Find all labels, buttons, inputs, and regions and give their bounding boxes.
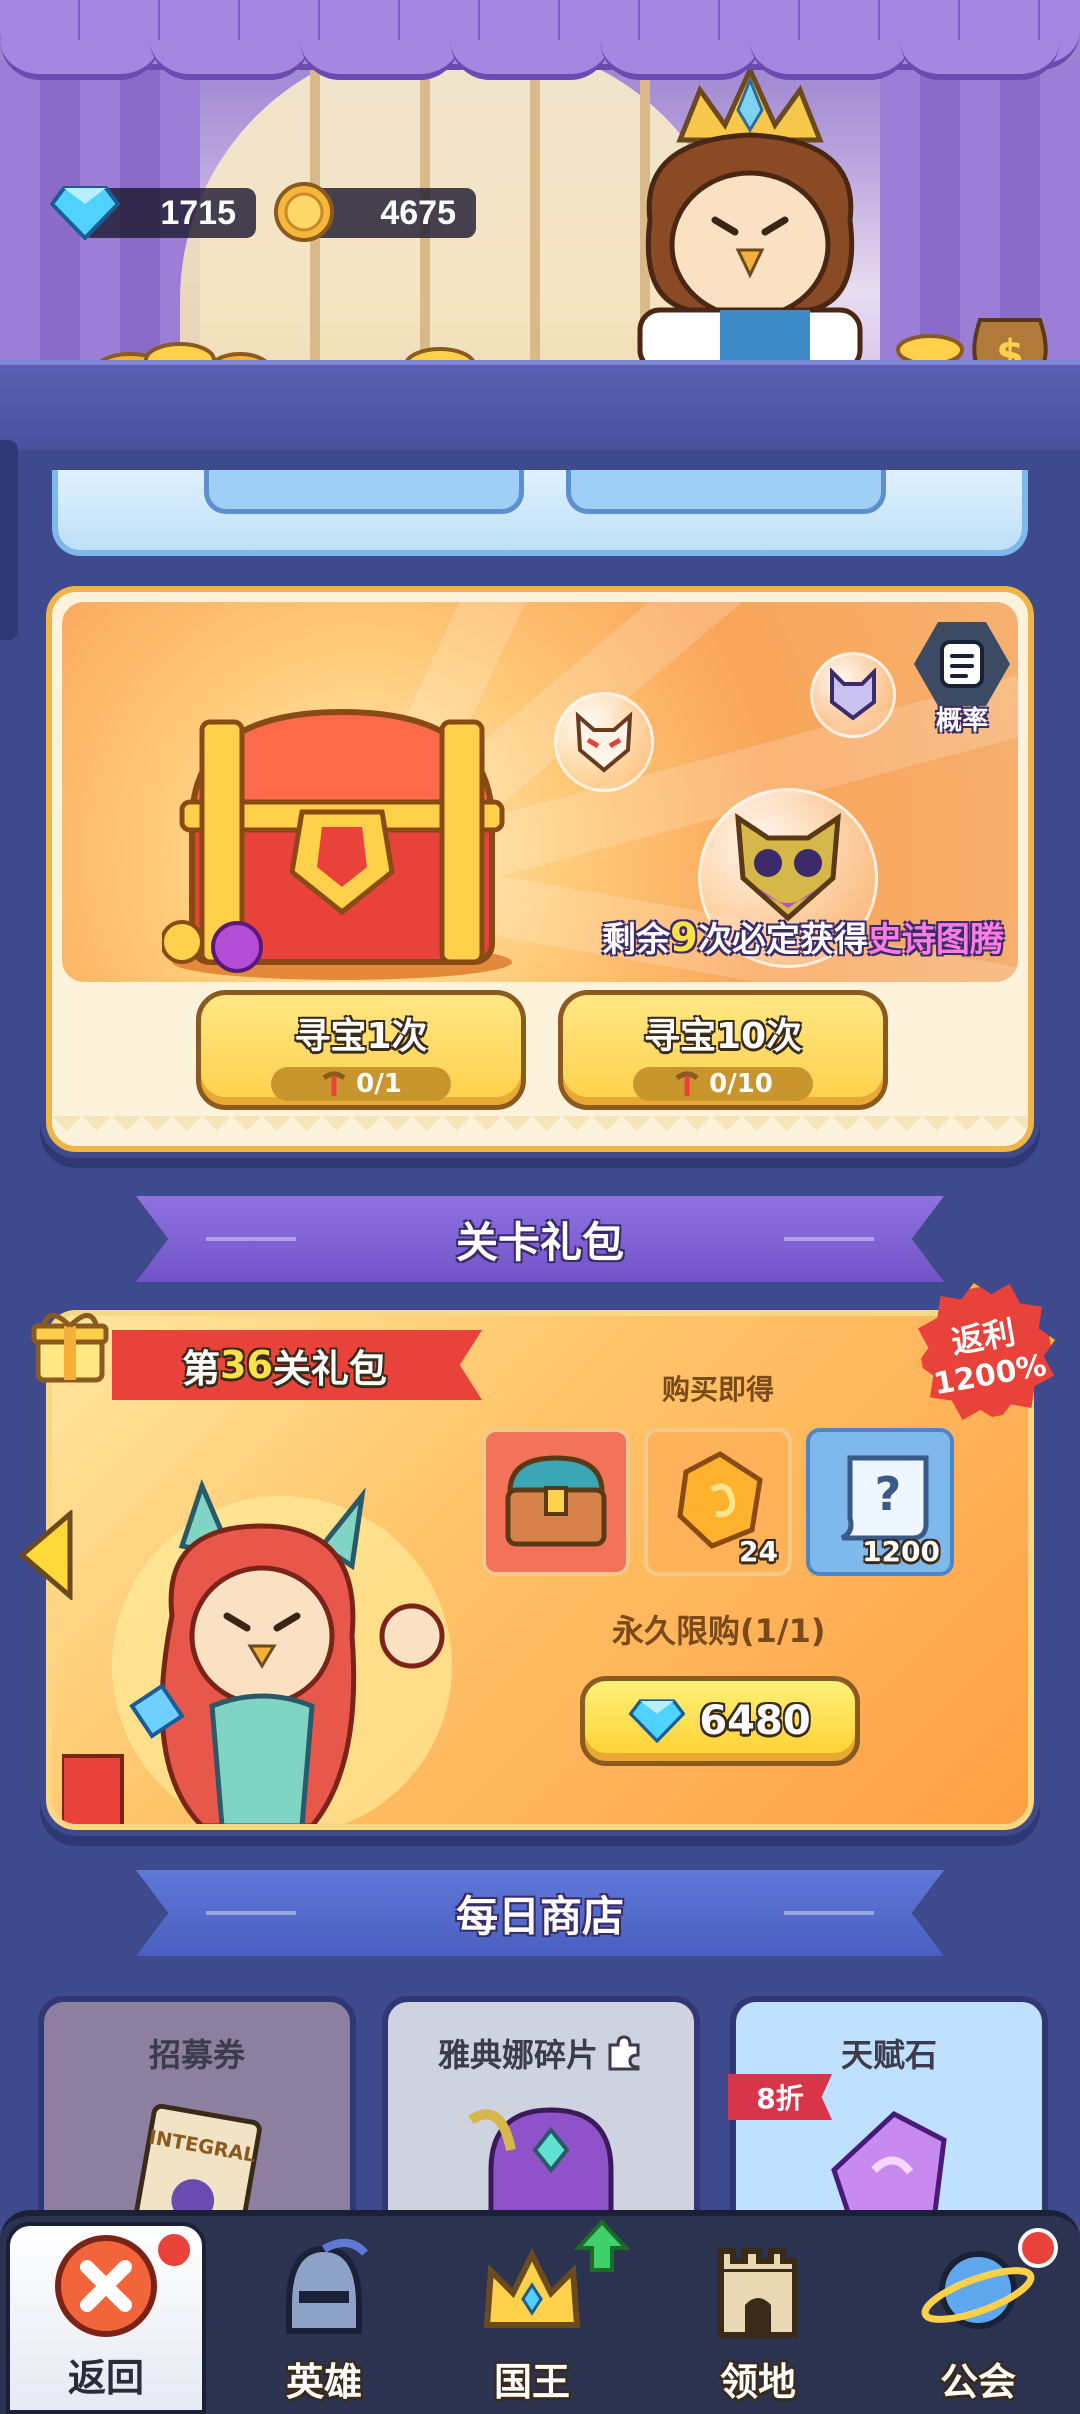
shop-item-athena-shard[interactable]: 雅典娜碎片 [382, 1996, 700, 2236]
close-icon [55, 2235, 157, 2337]
stage-gift-section-header: 关卡礼包 [136, 1196, 944, 1282]
notification-dot [1018, 2228, 1058, 2268]
wolf-mask-icon [830, 668, 876, 721]
reward-slot-stone[interactable]: 24 [644, 1428, 792, 1576]
buy-get-label: 购买即得 [662, 1373, 775, 1406]
treasure-chest-illustration [162, 708, 512, 980]
pickaxe-icon [322, 1071, 346, 1096]
scrolled-card-partial [52, 470, 1028, 556]
stage-gift-card: 第 36 关礼包 购买即得 24 ? 1200 永久限购(1/1) 6480 [46, 1310, 1034, 1830]
probability-button[interactable]: 概率 [910, 622, 1014, 742]
upgrade-arrow-icon [574, 2219, 630, 2272]
pickaxe-icon [675, 1071, 699, 1096]
treasure-background: 概率 剩余9次必定获得史诗图腾 [62, 602, 1018, 982]
stage-band [0, 360, 1080, 450]
mystery-scroll-icon: ? [840, 1455, 929, 1541]
svg-text:?: ? [875, 1467, 902, 1521]
crown-icon [483, 2248, 581, 2328]
castle-icon [718, 2248, 798, 2338]
buy-gift-button[interactable]: 6480 [580, 1676, 860, 1766]
puzzle-piece-icon [608, 2035, 640, 2071]
notification-dot [154, 2230, 194, 2270]
reward-slot-scroll[interactable]: ? 1200 [806, 1428, 954, 1576]
hunt-ten-button[interactable]: 寻宝10次 0/10 [558, 990, 888, 1110]
nav-heroes[interactable]: 英雄 [224, 2222, 424, 2414]
diamond-icon [50, 186, 120, 240]
guarantee-message: 剩余9次必定获得史诗图腾 [602, 915, 1004, 961]
fox-mask-icon [575, 711, 633, 773]
previous-gift-arrow-icon[interactable] [16, 1510, 76, 1600]
discount-tag: 8折 [728, 2074, 832, 2120]
treasure-hunt-card: 概率 剩余9次必定获得史诗图腾 寻宝1次 0/1 寻宝10次 0/10 [46, 586, 1034, 1152]
hunt-once-button[interactable]: 寻宝1次 0/1 [196, 990, 526, 1110]
purchase-limit-label: 永久限购(1/1) [612, 1612, 826, 1650]
throne-room-banner: $ 1715 4675 [0, 0, 1080, 450]
reward-slot-chest[interactable] [482, 1428, 630, 1576]
athena-shard-icon [468, 2107, 614, 2230]
nav-territory[interactable]: 领地 [658, 2222, 858, 2414]
document-icon [940, 640, 984, 688]
gift-box-icon [31, 1313, 109, 1383]
mermaid-hero-illustration [62, 1478, 452, 1824]
owl-totem-icon [735, 813, 841, 922]
coin-icon [274, 182, 334, 242]
gift-title-ribbon: 第 36 关礼包 [112, 1330, 482, 1400]
side-tab[interactable] [0, 440, 18, 640]
treasure-chest-icon [505, 1455, 607, 1547]
diamond-icon [629, 1699, 686, 1743]
king-character [637, 70, 863, 370]
shop-item-recruit-ticket[interactable]: 招募券 INTEGRAL [38, 1996, 356, 2236]
daily-shop-section-header: 每日商店 [136, 1870, 944, 1956]
helmet-icon [286, 2239, 368, 2334]
